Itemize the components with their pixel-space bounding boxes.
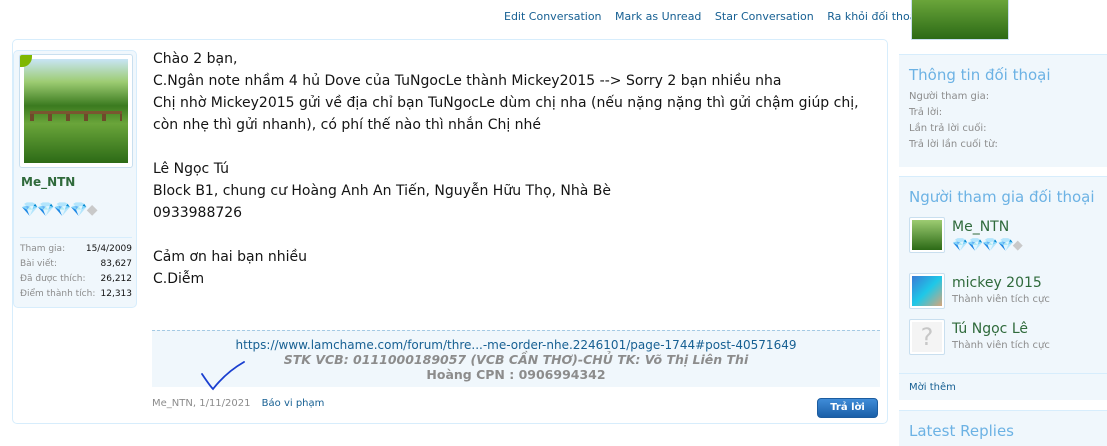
conversation-info-title: Thông tin đối thoại <box>909 66 1051 84</box>
message-user-info: Me_NTN 💎💎💎💎◆ Tham gia: 15/4/2009 Bài viết… <box>13 50 137 308</box>
avatar-image <box>912 276 942 306</box>
avatar[interactable]: ? <box>909 319 945 355</box>
message-author-date[interactable]: Me_NTN, 1/11/2021 <box>152 398 250 409</box>
avatar-image <box>912 220 942 250</box>
message-line: Block B1, chung cư Hoàng Anh An Tiến, Ng… <box>153 183 612 199</box>
message-line: còn nhẹ thì gửi nhanh), có phí thế nào t… <box>153 117 542 133</box>
message-line <box>153 136 883 158</box>
participant-item[interactable]: Me_NTN 💎💎💎💎◆ <box>909 217 1099 261</box>
message-line: C.Diễm <box>153 271 205 287</box>
latest-replies-title: Latest Replies <box>909 422 1014 440</box>
avatar-image <box>24 59 128 163</box>
signature-bank-line: STK VCB: 0111000189057 (VCB CẦN THƠ)-CHỦ… <box>283 352 749 367</box>
participant-item[interactable]: ? Tú Ngọc Lê Thành viên tích cực <box>909 319 1099 363</box>
avatar-image <box>912 0 1008 39</box>
message-post: Me_NTN 💎💎💎💎◆ Tham gia: 15/4/2009 Bài viết… <box>12 39 888 424</box>
message-body: Chào 2 bạn, C.Ngân note nhầm 4 hủ Dove c… <box>153 48 883 290</box>
avatar[interactable] <box>909 273 945 309</box>
fence-graphic <box>30 111 122 121</box>
stat-likes: Đã được thích: 26,212 <box>20 274 132 284</box>
signature: https://www.lamchame.com/forum/thre...-m… <box>152 330 880 387</box>
participant-name[interactable]: Me_NTN <box>952 219 1009 235</box>
signature-link[interactable]: https://www.lamchame.com/forum/thre...-m… <box>152 338 880 352</box>
participant-name[interactable]: mickey 2015 <box>952 275 1042 291</box>
message-line: C.Ngân note nhầm 4 hủ Dove của TuNgocLe … <box>153 73 782 89</box>
rank-diamonds-icon: 💎💎💎💎◆ <box>21 202 97 218</box>
info-participants-label: Người tham gia: <box>909 91 990 102</box>
edit-conversation-link[interactable]: Edit Conversation <box>504 10 602 23</box>
report-link[interactable]: Báo vi phạm <box>262 398 325 409</box>
reply-button[interactable]: Trả lời <box>817 398 878 418</box>
default-avatar-icon: ? <box>912 322 942 352</box>
mark-unread-link[interactable]: Mark as Unread <box>615 10 701 23</box>
username-link[interactable]: Me_NTN <box>21 175 133 199</box>
latest-replies-panel: Latest Replies <box>899 410 1107 446</box>
message-line: Chào 2 bạn, <box>153 51 238 67</box>
rank-diamonds-icon: 💎💎💎💎◆ <box>952 238 1023 253</box>
sidebar-top-avatar[interactable] <box>911 0 1009 40</box>
participant-title: Thành viên tích cực <box>952 340 1050 351</box>
signature-phone-line: Hoàng CPN : 0906994342 <box>426 367 606 382</box>
info-last-reply-from-label: Trả lời lần cuối từ: <box>909 139 998 150</box>
stat-posts: Bài viết: 83,627 <box>20 259 132 269</box>
info-replies-label: Trả lời: <box>909 107 943 118</box>
stat-points: Điểm thành tích: 12,313 <box>20 289 132 299</box>
participant-name[interactable]: Tú Ngọc Lê <box>952 321 1028 337</box>
conversation-info-panel: Thông tin đối thoại Người tham gia: Trả … <box>899 54 1107 167</box>
participant-title: Thành viên tích cực <box>952 294 1050 305</box>
message-line: Lê Ngọc Tú <box>153 161 229 177</box>
message-line: Chị nhờ Mickey2015 gửi về địa chỉ bạn Tu… <box>153 95 859 111</box>
avatar[interactable] <box>19 54 133 168</box>
participants-panel: Người tham gia đối thoại Me_NTN 💎💎💎💎◆ mi… <box>899 176 1107 400</box>
conversation-controls: Edit Conversation Mark as Unread Star Co… <box>504 10 953 23</box>
info-last-reply-label: Lần trả lời cuối: <box>909 123 987 134</box>
message-line <box>153 224 883 246</box>
stat-joined: Tham gia: 15/4/2009 <box>20 244 132 254</box>
avatar[interactable] <box>909 217 945 253</box>
message-line: 0933988726 <box>153 205 243 221</box>
user-stats: Tham gia: 15/4/2009 Bài viết: 83,627 Đã đư… <box>20 237 132 302</box>
message-line: Cảm ơn hai bạn nhiều <box>153 249 308 265</box>
star-conversation-link[interactable]: Star Conversation <box>715 10 814 23</box>
message-meta: Me_NTN, 1/11/2021 Báo vi phạm <box>152 398 324 409</box>
participants-title: Người tham gia đối thoại <box>909 188 1095 206</box>
invite-more-link[interactable]: Mời thêm <box>899 373 1107 401</box>
participant-item[interactable]: mickey 2015 Thành viên tích cực <box>909 273 1099 317</box>
